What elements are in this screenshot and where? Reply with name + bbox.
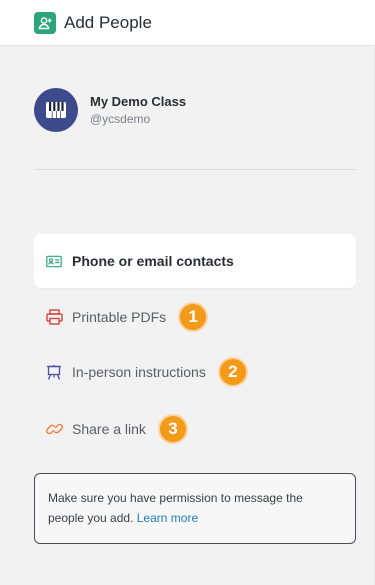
add-people-panel: My Demo Class @ycsdemo Phone or email co… (0, 47, 375, 585)
link-icon (45, 420, 63, 438)
app-header: Add People (0, 0, 375, 46)
class-handle: @ycsdemo (90, 112, 151, 126)
class-name: My Demo Class (90, 94, 187, 109)
option-phone-email-contacts[interactable]: Phone or email contacts (34, 234, 356, 288)
option-in-person-instructions[interactable]: In-person instructions 2 (34, 345, 356, 399)
option-label: Share a link (72, 421, 146, 437)
option-share-a-link[interactable]: Share a link 3 (34, 402, 356, 456)
easel-icon (45, 363, 63, 381)
class-card: My Demo Class @ycsdemo (34, 88, 186, 132)
option-label: Printable PDFs (72, 309, 167, 325)
add-person-icon (34, 11, 56, 34)
class-avatar (34, 88, 78, 132)
option-label: Phone or email contacts (72, 253, 234, 269)
piano-keys-icon (46, 102, 66, 118)
step-badge-2: 2 (217, 357, 248, 387)
step-badge-1: 1 (178, 302, 209, 332)
permission-notice: Make sure you have permission to message… (34, 473, 356, 544)
step-badge-3: 3 (157, 414, 188, 444)
printer-icon (45, 308, 63, 326)
page-title: Add People (64, 12, 152, 32)
contact-card-icon (45, 252, 63, 270)
divider (34, 169, 356, 170)
option-label: In-person instructions (72, 364, 206, 380)
learn-more-link[interactable]: Learn more (137, 511, 198, 525)
option-printable-pdfs[interactable]: Printable PDFs 1 (34, 290, 356, 344)
